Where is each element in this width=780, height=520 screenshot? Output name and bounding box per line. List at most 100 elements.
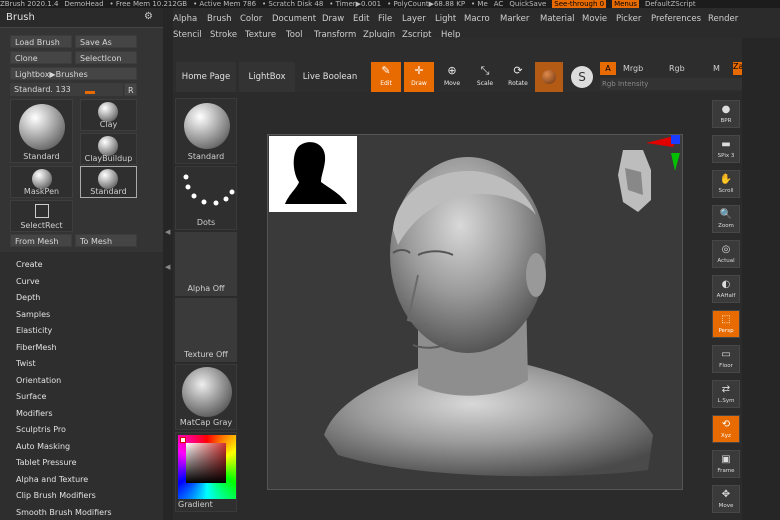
- collapse-arrow-icon[interactable]: ◀: [165, 263, 170, 271]
- load-brush-button[interactable]: Load Brush: [10, 35, 72, 48]
- shelf-slot-alpha[interactable]: Alpha Off: [175, 232, 237, 296]
- submenu-item[interactable]: Sculptris Pro: [16, 425, 66, 434]
- clay-brush-icon: [98, 102, 118, 122]
- to-mesh-button[interactable]: To Mesh: [75, 234, 137, 247]
- color-wheel[interactable]: [178, 435, 236, 499]
- submenu-item[interactable]: Curve: [16, 277, 40, 286]
- titlebar-item[interactable]: DefaultZScript: [645, 0, 696, 8]
- m-button[interactable]: M: [713, 64, 720, 73]
- tool-move-button[interactable]: ⊕ Move: [437, 62, 467, 92]
- menu-draw[interactable]: Draw: [322, 14, 344, 24]
- a-button[interactable]: A: [600, 62, 616, 75]
- brush-thumb-maskpen[interactable]: MaskPen: [10, 166, 73, 198]
- submenu-item[interactable]: Twist: [16, 359, 36, 368]
- rgb-intensity-slider[interactable]: Rgb Intensity: [600, 78, 750, 90]
- right-zoom-button[interactable]: 🔍 Zoom: [712, 205, 740, 233]
- right-floor-button[interactable]: ▭ Floor: [712, 345, 740, 373]
- menu-marker[interactable]: Marker: [500, 14, 529, 24]
- xyz-icon: ⟲: [721, 419, 731, 430]
- clone-button[interactable]: Clone: [10, 51, 72, 64]
- menu-macro[interactable]: Macro: [464, 14, 490, 24]
- submenu-item[interactable]: FiberMesh: [16, 343, 57, 352]
- tab-home-page[interactable]: Home Page: [176, 62, 236, 92]
- submenu-item[interactable]: Create: [16, 260, 43, 269]
- tool-scale-button[interactable]: ⤡ Scale: [470, 62, 500, 92]
- submenu-item[interactable]: Tablet Pressure: [16, 458, 77, 467]
- brush-thumb-selectrect[interactable]: SelectRect: [10, 200, 73, 232]
- color-picker[interactable]: Gradient: [175, 432, 237, 512]
- menu-file[interactable]: File: [378, 14, 392, 24]
- menu-light[interactable]: Light: [435, 14, 456, 24]
- gear-icon[interactable]: ⚙: [144, 11, 153, 22]
- right-frame-button[interactable]: ▣ Frame: [712, 450, 740, 478]
- menu-movie[interactable]: Movie: [582, 14, 607, 24]
- submenu-item[interactable]: Smooth Brush Modifiers: [16, 508, 112, 517]
- brush-thumb-standard-2[interactable]: Standard: [80, 166, 137, 198]
- shelf-slot-brush[interactable]: Standard: [175, 98, 237, 164]
- menu-color[interactable]: Color: [240, 14, 262, 24]
- right-bpr-button[interactable]: ● BPR: [712, 100, 740, 128]
- right-l-sym-button[interactable]: ⇄ L.Sym: [712, 380, 740, 408]
- slider-knob[interactable]: [85, 91, 95, 94]
- submenu-item[interactable]: Depth: [16, 293, 40, 302]
- tool-label: Move: [443, 80, 461, 87]
- menu-picker[interactable]: Picker: [616, 14, 641, 24]
- titlebar-item[interactable]: See-through 0: [552, 0, 607, 8]
- r-button[interactable]: R: [124, 83, 137, 96]
- collapse-arrow-icon[interactable]: ◀: [165, 228, 170, 236]
- tool-rotate-button[interactable]: ⟳ Rotate: [503, 62, 533, 92]
- right-move-button[interactable]: ✥ Move: [712, 485, 740, 513]
- from-mesh-button[interactable]: From Mesh: [10, 234, 72, 247]
- menu-preferences[interactable]: Preferences: [651, 14, 701, 24]
- select-icon-button[interactable]: SelectIcon: [75, 51, 137, 64]
- material-sphere-button[interactable]: [535, 62, 563, 92]
- brush-thumb-claybuildup[interactable]: ClayBuildup: [80, 133, 137, 165]
- menu-render[interactable]: Render: [708, 14, 738, 24]
- right-spix-3-button[interactable]: ▬ SPix 3: [712, 135, 740, 163]
- shelf-slot-material[interactable]: MatCap Gray: [175, 364, 237, 430]
- brush-thumb-clay[interactable]: Clay: [80, 99, 137, 131]
- right-xyz-button[interactable]: ⟲ Xyz: [712, 415, 740, 443]
- submenu-item[interactable]: Clip Brush Modifiers: [16, 491, 96, 500]
- save-as-button[interactable]: Save As: [75, 35, 137, 48]
- menu-alpha[interactable]: Alpha: [173, 14, 197, 24]
- menu-brush[interactable]: Brush: [207, 14, 232, 24]
- shelf-slot-stroke[interactable]: Dots: [175, 166, 237, 230]
- tool-edit-button[interactable]: ✎ Edit: [371, 62, 401, 92]
- menu-layer[interactable]: Layer: [402, 14, 426, 24]
- tool-draw-button[interactable]: ✛ Draw: [404, 62, 434, 92]
- shelf-slot-texture[interactable]: Texture Off: [175, 298, 237, 362]
- tab-live-boolean[interactable]: Live Boolean: [299, 62, 361, 92]
- right-aahalf-button[interactable]: ◐ AAHalf: [712, 275, 740, 303]
- submenu-item[interactable]: Samples: [16, 310, 50, 319]
- titlebar-item[interactable]: Menus: [612, 0, 639, 8]
- menu-material[interactable]: Material: [540, 14, 575, 24]
- titlebar-item[interactable]: QuickSave: [509, 0, 546, 8]
- brush-size-slider[interactable]: Standard. 133: [10, 83, 123, 96]
- rgb-button[interactable]: Rgb: [669, 64, 685, 73]
- submenu-item[interactable]: Modifiers: [16, 409, 53, 418]
- left-dock-gutter[interactable]: ◀ ◀: [163, 8, 173, 520]
- right-actual-button[interactable]: ◎ Actual: [712, 240, 740, 268]
- brush-thumb-standard[interactable]: Standard: [10, 99, 73, 163]
- sculptris-icon[interactable]: S: [571, 66, 593, 88]
- mrgb-button[interactable]: Mrgb: [623, 64, 643, 73]
- menu-edit[interactable]: Edit: [353, 14, 369, 24]
- right-dock-gutter[interactable]: [742, 38, 780, 520]
- menu-document[interactable]: Document: [272, 14, 316, 24]
- submenu-item[interactable]: Auto Masking: [16, 442, 70, 451]
- lightbox-brushes-button[interactable]: Lightbox▶Brushes: [10, 67, 137, 80]
- submenu-item[interactable]: Alpha and Texture: [16, 475, 88, 484]
- tab-lightbox[interactable]: LightBox: [239, 62, 295, 92]
- submenu-item[interactable]: Surface: [16, 392, 46, 401]
- right-scroll-button[interactable]: ✋ Scroll: [712, 170, 740, 198]
- lsym-icon: ⇄: [721, 384, 731, 395]
- color-square[interactable]: [186, 443, 226, 483]
- submenu-item[interactable]: Elasticity: [16, 326, 52, 335]
- submenu-item[interactable]: Orientation: [16, 376, 61, 385]
- right-persp-button[interactable]: ⬚ Persp: [712, 310, 740, 338]
- brush-palette-header[interactable]: Brush ⚙: [0, 8, 163, 28]
- floor-icon: ▭: [721, 349, 731, 360]
- main-color-swatch[interactable]: [180, 437, 186, 443]
- standard-brush-icon: [19, 104, 65, 150]
